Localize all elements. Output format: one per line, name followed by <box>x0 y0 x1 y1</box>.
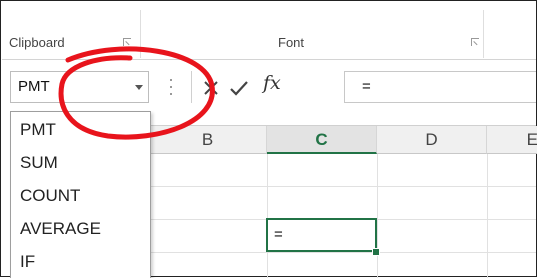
function-item-pmt[interactable]: PMT <box>11 113 150 146</box>
excel-window: Clipboard Font PMT fx = B C D E = PMT SU… <box>0 0 537 278</box>
active-cell-value: = <box>274 226 283 243</box>
active-cell-c[interactable]: = <box>266 218 377 252</box>
insert-function-icon[interactable]: fx <box>263 72 281 94</box>
ribbon: Clipboard Font <box>2 2 536 60</box>
group-separator <box>483 10 484 58</box>
row-gridline <box>149 186 536 187</box>
font-dialog-launcher-icon[interactable] <box>471 38 480 47</box>
name-box[interactable]: PMT <box>10 71 149 103</box>
column-header-c[interactable]: C <box>267 126 377 154</box>
formula-input[interactable]: = <box>344 71 536 103</box>
resize-handle-icon[interactable] <box>170 79 172 95</box>
function-item-average[interactable]: AVERAGE <box>11 212 150 245</box>
font-group-label: Font <box>278 35 305 50</box>
chevron-down-icon[interactable] <box>135 85 143 90</box>
column-gridline <box>487 154 488 278</box>
formula-value: = <box>362 78 371 95</box>
group-separator <box>140 10 141 58</box>
column-header-e[interactable]: E <box>487 126 537 154</box>
column-header-d[interactable]: D <box>377 126 487 154</box>
function-item-if[interactable]: IF <box>11 245 150 278</box>
function-item-count[interactable]: COUNT <box>11 179 150 212</box>
clipboard-group-label: Clipboard <box>9 35 65 50</box>
column-header-b[interactable]: B <box>149 126 267 154</box>
column-gridline <box>267 154 268 278</box>
formula-bar-separator <box>191 71 192 103</box>
fill-handle[interactable] <box>372 248 380 256</box>
function-dropdown-list: PMT SUM COUNT AVERAGE IF <box>10 111 151 278</box>
function-item-sum[interactable]: SUM <box>11 146 150 179</box>
column-gridline <box>377 154 378 278</box>
ribbon-bottom-border <box>2 59 536 60</box>
enter-check-icon[interactable] <box>229 79 249 97</box>
clipboard-dialog-launcher-icon[interactable] <box>123 38 132 47</box>
name-box-value: PMT <box>18 78 50 95</box>
row-gridline <box>149 252 536 253</box>
cancel-icon[interactable] <box>202 79 220 97</box>
